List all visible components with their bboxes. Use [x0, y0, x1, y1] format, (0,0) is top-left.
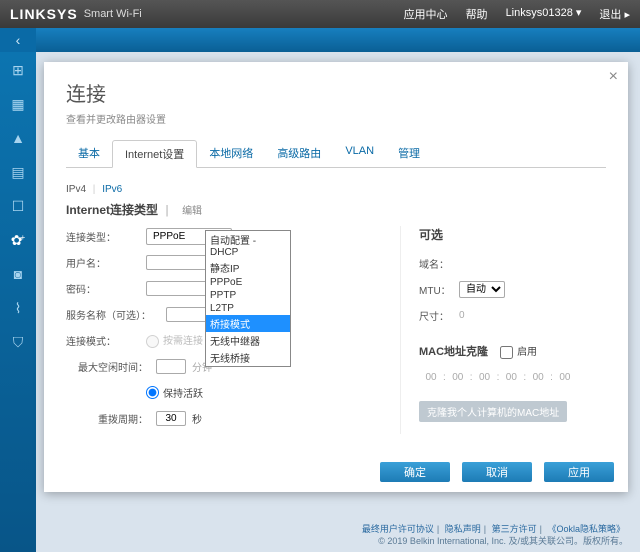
tab-local[interactable]: 本地网络 [197, 140, 265, 167]
top-bar: LINKSYS Smart Wi-Fi 应用中心 帮助 Linksys01328… [0, 0, 640, 28]
close-button[interactable]: × [609, 68, 618, 86]
option-wbridge[interactable]: 无线桥接 [206, 349, 290, 366]
tab-ipv6[interactable]: IPv6 [102, 184, 122, 195]
settings-modal: × 连接 查看并更改路由器设置 基本 Internet设置 本地网络 高级路由 … [44, 62, 628, 492]
nav-help[interactable]: 帮助 [466, 6, 488, 22]
devices-icon[interactable]: ⊞ [10, 62, 26, 78]
label-service: 服务名称（可选）： [66, 307, 166, 322]
modal-buttons: 确定 取消 应用 [380, 462, 614, 482]
connection-type-dropdown[interactable]: 自动配置 - DHCP 静态IP PPPoE PPTP L2TP 桥接模式 无线… [205, 230, 291, 367]
logo: LINKSYS [10, 6, 78, 22]
label-domain: 域名： [419, 256, 459, 271]
calendar-icon[interactable]: ▦ [10, 96, 26, 112]
apply-button[interactable]: 应用 [544, 462, 614, 482]
top-nav: 应用中心 帮助 Linksys01328 ▾ 退出 ▸ [404, 6, 630, 22]
checkbox-mac-enable[interactable] [500, 346, 513, 359]
option-bridge[interactable]: 桥接模式 [206, 315, 290, 332]
page-footer: 最终用户许可协议| 隐私声明| 第三方许可| 《Ookla隐私策略》 © 201… [359, 523, 628, 548]
label-username: 用户名： [66, 255, 146, 270]
wifi-icon[interactable]: ⌇ [10, 300, 26, 316]
label-idle: 最大空闲时间： [66, 359, 156, 374]
tab-advanced[interactable]: 高级路由 [265, 140, 333, 167]
radio-keepalive[interactable] [146, 386, 159, 399]
nav-appcenter[interactable]: 应用中心 [404, 6, 448, 22]
tab-ipv4[interactable]: IPv4 [66, 184, 86, 195]
alert-icon[interactable]: ▲ [10, 130, 26, 146]
label-type: 连接类型： [66, 229, 146, 244]
modal-subtitle: 查看并更改路由器设置 [66, 111, 606, 126]
nav-logout[interactable]: 退出 ▸ [599, 6, 630, 22]
option-dhcp[interactable]: 自动配置 - DHCP [206, 231, 290, 259]
footer-thirdparty[interactable]: 第三方许可 [492, 524, 537, 534]
footer-ookla[interactable]: 《Ookla隐私策略》 [547, 524, 625, 534]
settings-icon[interactable]: ✿ [10, 232, 26, 248]
input-idle [156, 359, 186, 374]
camera-icon[interactable]: ◙ [10, 266, 26, 282]
back-button[interactable]: ‹ [0, 28, 36, 52]
ok-button[interactable]: 确定 [380, 462, 450, 482]
select-mtu[interactable]: 自动 [459, 281, 505, 298]
sidebar: ⊞ ▦ ▲ ▤ ☐ ✿ ◙ ⌇ ⛉ [0, 52, 36, 552]
right-column: 可选 域名： MTU： 自动 尺寸： 0 MAC地址克隆 启用 00: 00: [400, 226, 606, 434]
option-pppoe[interactable]: PPPoE [206, 276, 290, 289]
option-l2tp[interactable]: L2TP [206, 302, 290, 315]
breadcrumb-bar: ‹ [0, 28, 640, 52]
tab-basic[interactable]: 基本 [66, 140, 112, 167]
footer-privacy[interactable]: 隐私声明 [445, 524, 481, 534]
footer-copyright: © 2019 Belkin International, Inc. 及/或其关联… [359, 535, 628, 548]
mac-address: 00: 00: 00: 00: 00: 00 [419, 367, 606, 387]
label-redial: 重拨周期： [66, 411, 156, 426]
label-mtu: MTU： [419, 282, 459, 297]
section-title: Internet连接类型 | 编辑 [44, 199, 628, 220]
tab-internet[interactable]: Internet设置 [112, 140, 197, 168]
option-pptp[interactable]: PPTP [206, 289, 290, 302]
label-connmode: 连接模式： [66, 333, 146, 348]
tabs: 基本 Internet设置 本地网络 高级路由 VLAN 管理 [66, 140, 606, 168]
clone-mac-button: 克隆我个人计算机的MAC地址 [419, 401, 567, 422]
media-icon[interactable]: ▤ [10, 164, 26, 180]
optional-title: 可选 [419, 226, 606, 243]
cancel-button[interactable]: 取消 [462, 462, 532, 482]
mac-clone-title: MAC地址克隆 [419, 343, 488, 359]
input-redial[interactable] [156, 411, 186, 426]
tab-manage[interactable]: 管理 [386, 140, 432, 167]
edit-link[interactable]: 编辑 [182, 206, 202, 217]
shield-icon[interactable]: ⛉ [10, 334, 26, 350]
modal-title: 连接 [66, 78, 606, 107]
nav-device[interactable]: Linksys01328 ▾ [506, 6, 582, 22]
radio-ondemand [146, 335, 159, 348]
ip-tabs: IPv4 | IPv6 [44, 176, 628, 199]
label-size: 尺寸： [419, 308, 459, 323]
label-password: 密码： [66, 281, 146, 296]
logo-subtitle: Smart Wi-Fi [84, 8, 142, 20]
option-static[interactable]: 静态IP [206, 259, 290, 276]
storage-icon[interactable]: ☐ [10, 198, 26, 214]
footer-eula[interactable]: 最终用户许可协议 [362, 524, 434, 534]
option-repeater[interactable]: 无线中继器 [206, 332, 290, 349]
tab-vlan[interactable]: VLAN [333, 140, 386, 167]
